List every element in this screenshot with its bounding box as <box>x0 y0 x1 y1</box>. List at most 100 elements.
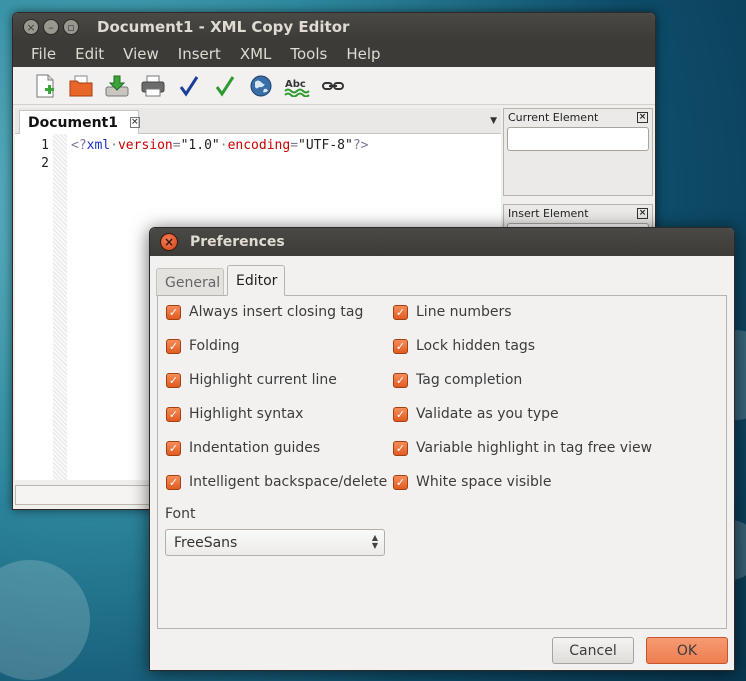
validate-icon <box>215 75 235 97</box>
option-tag-completion[interactable]: ✓ Tag completion <box>393 372 522 388</box>
option-label: White space visible <box>416 474 552 490</box>
menu-file[interactable]: File <box>21 45 65 63</box>
option-label: Validate as you type <box>416 406 559 422</box>
svg-text:Abc: Abc <box>285 79 306 90</box>
checkbox-checked[interactable]: ✓ <box>166 304 181 320</box>
option-indentation-guides[interactable]: ✓ Indentation guides <box>166 440 320 456</box>
close-icon: × <box>26 20 36 34</box>
checkbox-checked[interactable]: ✓ <box>166 474 181 490</box>
checkbox-checked[interactable]: ✓ <box>393 406 408 422</box>
menu-edit[interactable]: Edit <box>65 45 113 63</box>
tab-document1[interactable]: Document1 × <box>19 110 140 134</box>
select-arrows-icon: ▲ ▼ <box>371 533 378 550</box>
background-bubble <box>0 560 90 680</box>
option-line-numbers[interactable]: ✓ Line numbers <box>393 304 512 320</box>
checkbox-checked[interactable]: ✓ <box>166 440 181 456</box>
checkbox-checked[interactable]: ✓ <box>393 304 408 320</box>
cancel-button[interactable]: Cancel <box>552 637 634 664</box>
option-label: Line numbers <box>416 304 512 320</box>
option-label: Tag completion <box>416 372 523 388</box>
current-element-title: Current Element <box>508 110 599 124</box>
save-download-icon <box>105 75 129 96</box>
menu-xml[interactable]: XML <box>230 45 281 63</box>
print-button[interactable] <box>135 71 171 101</box>
option-variable-highlight[interactable]: ✓ Variable highlight in tag free view <box>393 440 652 456</box>
minimize-icon: – <box>48 20 54 34</box>
option-intelligent-backspace[interactable]: ✓ Intelligent backspace/delete <box>166 474 387 490</box>
close-icon: × <box>163 235 175 249</box>
tab-label: Document1 <box>28 114 118 131</box>
xml-decl-name: xml <box>86 138 111 153</box>
preferences-dialog: × Preferences General Editor ✓ Always in… <box>149 227 735 671</box>
minimize-window-button[interactable]: – <box>43 19 59 35</box>
maximize-window-button[interactable]: ▫ <box>63 19 79 35</box>
option-white-space-visible[interactable]: ✓ White space visible <box>393 474 551 490</box>
menu-tools[interactable]: Tools <box>280 45 336 63</box>
checkbox-checked[interactable]: ✓ <box>166 338 181 354</box>
option-label: Highlight syntax <box>189 406 304 422</box>
save-button[interactable] <box>99 71 135 101</box>
code-editor-text[interactable]: <?xml·version="1.0"·encoding="UTF-8"?> <box>71 138 368 153</box>
option-always-insert-closing-tag[interactable]: ✓ Always insert closing tag <box>166 304 363 320</box>
dialog-close-button[interactable]: × <box>160 233 178 251</box>
menu-help[interactable]: Help <box>336 45 389 63</box>
option-highlight-syntax[interactable]: ✓ Highlight syntax <box>166 406 303 422</box>
tab-general[interactable]: General <box>156 268 224 296</box>
check-wellformed-button[interactable] <box>171 71 207 101</box>
font-select[interactable]: FreeSans ▲ ▼ <box>165 529 385 556</box>
option-label: Folding <box>189 338 240 354</box>
checkbox-checked[interactable]: ✓ <box>393 440 408 456</box>
open-button[interactable] <box>63 71 99 101</box>
spellcheck-abc-icon: Abc <box>284 79 310 97</box>
checkbox-checked[interactable]: ✓ <box>166 406 181 422</box>
tab-close-icon[interactable]: × <box>130 117 140 128</box>
option-highlight-current-line[interactable]: ✓ Highlight current line <box>166 372 337 388</box>
menu-view[interactable]: View <box>113 45 168 63</box>
whitespace-dot: · <box>219 138 228 153</box>
current-element-pane: Current Element × <box>503 108 653 196</box>
new-button[interactable] <box>27 71 63 101</box>
checkbox-checked[interactable]: ✓ <box>393 372 408 388</box>
close-window-button[interactable]: × <box>23 19 39 35</box>
insert-element-title: Insert Element <box>508 206 589 220</box>
new-document-icon <box>36 74 54 97</box>
menu-insert[interactable]: Insert <box>168 45 230 63</box>
option-label: Lock hidden tags <box>416 338 536 354</box>
fold-margin[interactable] <box>53 134 67 480</box>
dialog-titlebar: × Preferences <box>150 228 734 256</box>
xml-decl-open: <? <box>71 138 87 153</box>
option-lock-hidden-tags[interactable]: ✓ Lock hidden tags <box>393 338 535 354</box>
dialog-title: Preferences <box>190 234 285 250</box>
ok-button[interactable]: OK <box>646 637 728 664</box>
current-element-field[interactable] <box>507 127 649 151</box>
close-pane-icon[interactable]: × <box>637 111 648 123</box>
option-validate-as-you-type[interactable]: ✓ Validate as you type <box>393 406 559 422</box>
font-label: Font <box>165 506 196 522</box>
insert-element-header: Insert Element × <box>504 205 652 221</box>
xml-equals: = <box>172 138 181 153</box>
line-number: 1 <box>41 138 49 153</box>
tab-editor[interactable]: Editor <box>227 265 285 296</box>
spellcheck-button[interactable]: Abc <box>279 71 315 101</box>
whitespace-dot: · <box>110 138 118 153</box>
xml-value-encoding: "UTF-8" <box>298 138 353 153</box>
link-chain-icon <box>322 81 344 90</box>
close-pane-icon[interactable]: × <box>637 207 648 219</box>
window-title: Document1 - XML Copy Editor <box>97 18 350 36</box>
check-wellformed-icon <box>179 75 199 97</box>
validate-button[interactable] <box>207 71 243 101</box>
print-icon <box>141 75 165 96</box>
font-select-value: FreeSans <box>174 534 238 551</box>
xml-attr-version: version <box>117 138 173 153</box>
option-label: Indentation guides <box>189 440 321 456</box>
checkbox-checked[interactable]: ✓ <box>166 372 181 388</box>
checkbox-checked[interactable]: ✓ <box>393 338 408 354</box>
option-folding[interactable]: ✓ Folding <box>166 338 240 354</box>
line-number: 2 <box>41 156 49 171</box>
link-button[interactable] <box>315 71 351 101</box>
current-element-header: Current Element × <box>504 109 652 125</box>
checkbox-checked[interactable]: ✓ <box>393 474 408 490</box>
open-folder-icon <box>69 75 93 96</box>
browser-button[interactable] <box>243 71 279 101</box>
tab-menu-dropdown-icon[interactable]: ▼ <box>490 116 497 126</box>
